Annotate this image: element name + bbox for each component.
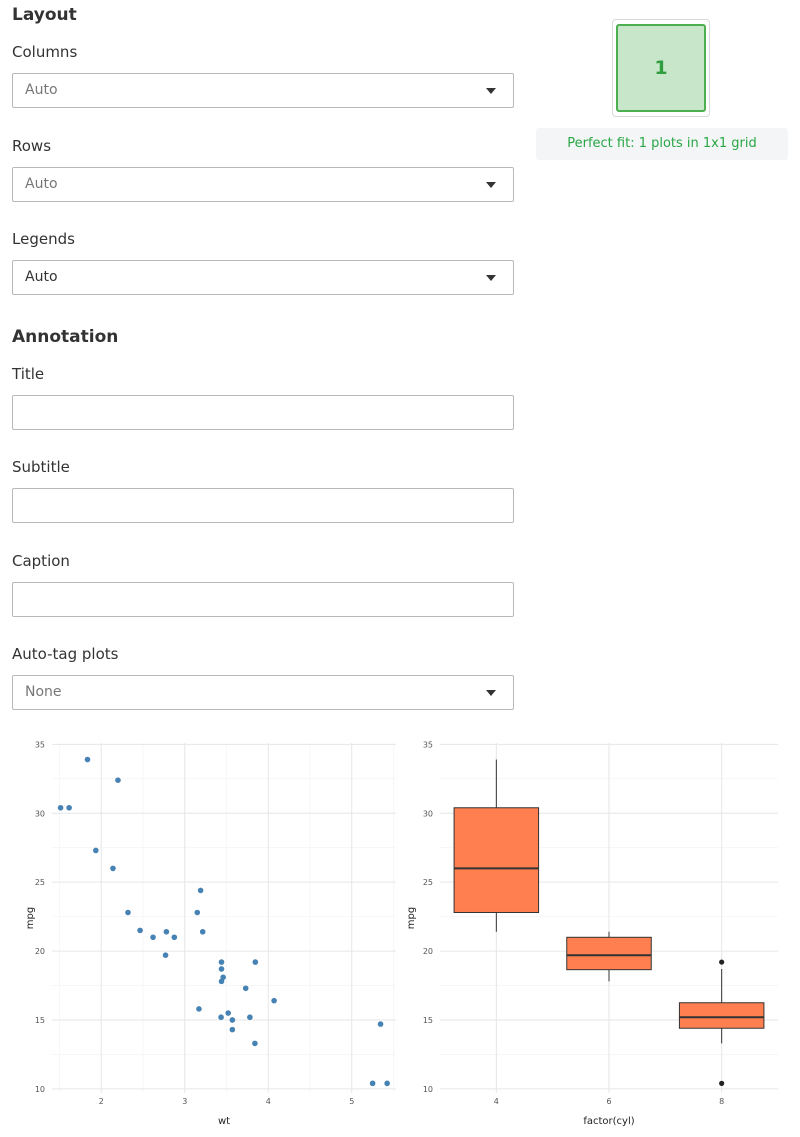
y-tick-label: 20: [423, 947, 433, 956]
x-tick-label: 8: [719, 1097, 724, 1106]
data-point: [218, 966, 225, 972]
plots-output: 10 15 20 25 30 35 2 3 4 5 wt mpg 10 15 20 25 30 35 4 6 8 fac…: [25, 740, 778, 1127]
annotation-heading: Annotation: [12, 327, 119, 347]
data-point: [252, 959, 259, 965]
data-point: [229, 1017, 236, 1023]
layout-preview: 1: [612, 19, 710, 117]
y-tick-label: 15: [423, 1016, 433, 1025]
title-input[interactable]: [12, 395, 514, 430]
y-tick-label: 30: [35, 809, 45, 818]
layout-heading: Layout: [12, 5, 77, 25]
data-point: [163, 928, 170, 935]
columns-select[interactable]: Auto: [12, 73, 514, 108]
rows-select[interactable]: Auto: [12, 167, 514, 202]
data-point: [115, 777, 121, 784]
y-tick-label: 25: [423, 878, 433, 887]
data-point: [218, 1014, 224, 1021]
y-axis-title: mpg: [406, 907, 417, 929]
data-point: [218, 978, 225, 985]
y-tick-label: 20: [35, 947, 45, 956]
x-tick-label: 4: [266, 1097, 271, 1106]
subtitle-input[interactable]: [12, 488, 514, 523]
legends-select[interactable]: Auto: [12, 260, 514, 295]
data-point: [110, 865, 116, 872]
chevron-down-icon: [486, 182, 496, 188]
caption-label: Caption: [12, 552, 70, 570]
data-point: [93, 847, 99, 854]
data-point: [384, 1080, 390, 1087]
data-point: [196, 1006, 202, 1012]
chevron-down-icon: [486, 690, 496, 696]
y-tick-label: 10: [423, 1085, 433, 1094]
data-point: [66, 804, 72, 811]
subtitle-label: Subtitle: [12, 458, 70, 476]
scatter-plot: 10 15 20 25 30 35 2 3 4 5 wt mpg: [25, 740, 396, 1127]
x-tick-label: 5: [349, 1097, 354, 1106]
data-point: [229, 1026, 236, 1033]
legends-select-value: Auto: [25, 269, 58, 285]
y-tick-label: 35: [35, 740, 45, 749]
data-point: [197, 887, 204, 894]
x-tick-label: 3: [182, 1097, 187, 1106]
box-body: [453, 807, 540, 913]
x-axis-title: wt: [218, 1116, 230, 1127]
y-tick-label: 25: [35, 878, 45, 887]
data-point: [252, 1040, 258, 1047]
data-point: [84, 756, 91, 763]
autotag-label: Auto-tag plots: [12, 645, 119, 663]
caption-input[interactable]: [12, 582, 514, 617]
data-point: [377, 1021, 384, 1027]
chevron-down-icon: [486, 88, 496, 94]
x-tick-label: 4: [494, 1097, 499, 1106]
outlier-point: [719, 1080, 725, 1086]
autotag-select[interactable]: None: [12, 675, 514, 710]
data-point: [218, 959, 225, 965]
y-axis-title: mpg: [25, 907, 36, 929]
y-tick-label: 35: [423, 740, 433, 749]
rows-label: Rows: [12, 137, 52, 155]
data-point: [225, 1010, 231, 1016]
data-point: [247, 1014, 253, 1021]
data-point: [57, 804, 64, 811]
data-point: [242, 985, 249, 992]
preview-grid-cell: 1: [616, 24, 706, 112]
outlier-point: [719, 959, 725, 965]
data-point: [150, 934, 156, 941]
box-body: [678, 1002, 765, 1029]
chevron-down-icon: [486, 275, 496, 281]
box-plot: 10 15 20 25 30 35 4 6 8 factor(cyl) mpg: [406, 740, 778, 1127]
y-tick-label: 30: [423, 809, 433, 818]
x-axis-title: factor(cyl): [583, 1116, 634, 1127]
x-tick-label: 6: [606, 1097, 611, 1106]
title-label: Title: [12, 365, 45, 383]
data-point: [171, 934, 178, 941]
data-point: [137, 927, 143, 934]
data-point: [271, 997, 277, 1004]
rows-select-value: Auto: [25, 176, 58, 192]
legends-label: Legends: [12, 230, 75, 248]
data-point: [369, 1080, 376, 1087]
data-point: [125, 909, 131, 916]
columns-select-value: Auto: [25, 82, 58, 98]
fit-message: Perfect fit: 1 plots in 1x1 grid: [536, 128, 788, 160]
data-point: [162, 952, 169, 959]
box-body: [566, 936, 652, 971]
data-point: [199, 928, 206, 935]
data-point: [194, 909, 201, 916]
x-tick-label: 2: [99, 1097, 104, 1106]
y-tick-label: 10: [35, 1085, 45, 1094]
autotag-select-value: None: [25, 684, 62, 700]
y-tick-label: 15: [35, 1016, 45, 1025]
columns-label: Columns: [12, 43, 78, 61]
